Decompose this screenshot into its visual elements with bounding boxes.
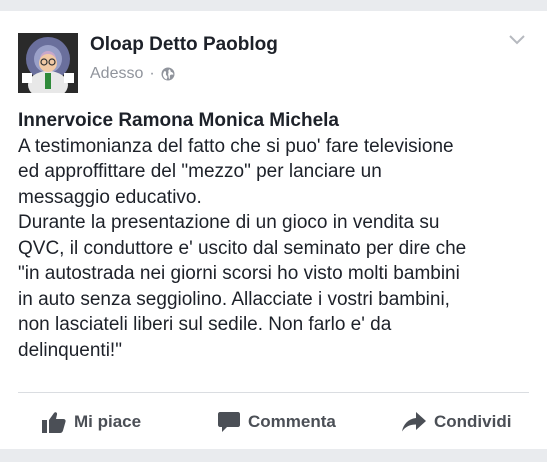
avatar-image [18,33,78,93]
post-meta: Adesso · [90,65,175,83]
post-line: Durante la presentazione di un gioco in … [18,212,440,233]
globe-icon[interactable] [161,67,175,81]
post-line: "in autostrada nei giorni scorsi ho vist… [18,263,460,284]
post-line: ed approffittare del "mezzo" per lanciar… [18,161,382,182]
post-card: Oloap Detto Paoblog Adesso · Innervoice … [0,11,547,449]
comment-button[interactable]: Commenta [218,407,336,437]
post-title: Innervoice Ramona Monica Michela [18,110,339,131]
post-text: Innervoice Ramona Monica Michela A testi… [18,108,530,363]
author-name[interactable]: Oloap Detto Paoblog [90,34,278,56]
action-bar: Mi piace Commenta Condividi [0,407,547,437]
comment-label: Commenta [248,412,336,431]
post-line: in auto senza seggiolino. Allacciate i v… [18,288,450,310]
share-button[interactable]: Condividi [402,407,511,437]
post-line: messaggio educativo. [18,186,202,208]
share-arrow-icon [402,412,426,432]
post-line: delinquenti!" [18,339,122,361]
thumbs-up-icon [42,412,66,433]
like-label: Mi piace [74,412,142,431]
divider [18,392,529,393]
post-line: QVC, il conduttore e' uscito dal seminat… [18,237,467,259]
like-button[interactable]: Mi piace [42,407,141,437]
timestamp[interactable]: Adesso [90,65,143,83]
share-label: Condividi [434,412,512,431]
post-line: non lasciateli liberi sul sedile. Non fa… [18,314,392,335]
chevron-down-icon[interactable] [508,33,526,47]
post-line: A testimonianza del fatto che si puo' fa… [18,135,454,157]
avatar[interactable] [18,33,78,93]
speech-bubble-icon [218,411,240,432]
meta-separator: · [149,65,155,82]
